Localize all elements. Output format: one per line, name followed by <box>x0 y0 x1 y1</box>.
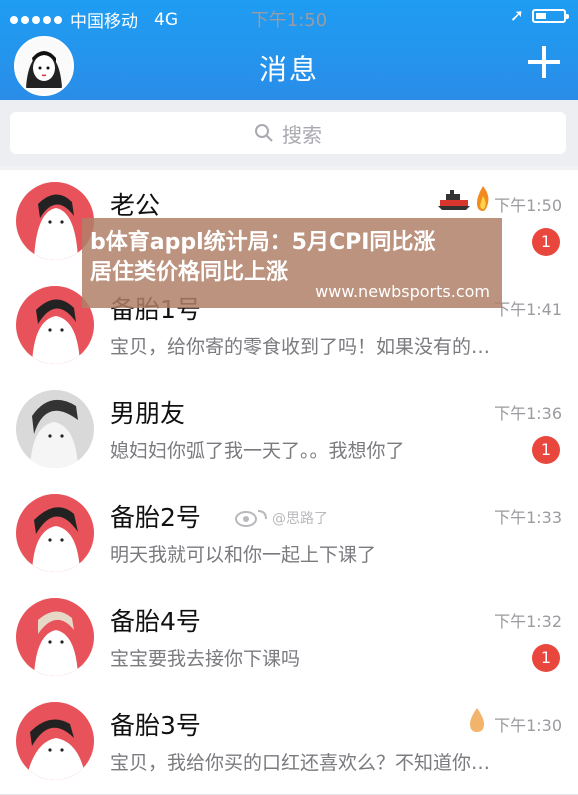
status-bar: 中国移动 4G 下午1:50 ➚ <box>0 0 578 34</box>
avatar <box>16 598 94 676</box>
search-icon <box>255 124 273 142</box>
avatar <box>16 702 94 780</box>
search-bar: 搜索 <box>0 100 578 166</box>
contact-name: 备胎3号 <box>110 711 201 740</box>
overlay-line-2: 居住类价格同比上涨 <box>90 260 289 285</box>
location-arrow-icon: ➚ <box>509 6 524 26</box>
ship-icon <box>438 190 470 210</box>
message-time: 下午1:36 <box>494 404 562 423</box>
conversation-row[interactable]: 备胎4号 宝宝要我去接你下课吗 下午1:32 1 <box>0 586 578 691</box>
conversation-row[interactable]: 男朋友 媳妇妇你弧了我一天了。。我想你了 下午1:36 1 <box>0 378 578 483</box>
watermark-text: @思路了 <box>272 511 328 527</box>
message-time: 下午1:33 <box>494 508 562 527</box>
unread-badge: 1 <box>532 644 560 672</box>
avatar <box>16 390 94 468</box>
contact-name: 老公 <box>110 191 161 220</box>
unread-badge: 1 <box>532 228 560 256</box>
contact-name: 备胎4号 <box>110 607 201 636</box>
overlay-url: www.newbsports.com <box>315 282 490 301</box>
last-message: 明天我就可以和你一起上下课了 <box>110 544 377 566</box>
message-time: 下午1:32 <box>494 612 562 631</box>
last-message: 媳妇妇你弧了我一天了。。我想你了 <box>110 440 405 462</box>
weibo-icon <box>235 510 267 527</box>
contact-name: 男朋友 <box>110 399 186 428</box>
message-time: 下午1:50 <box>494 196 562 215</box>
avatar <box>16 494 94 572</box>
last-message: 宝宝要我去接你下课吗 <box>110 648 301 670</box>
plus-icon <box>528 46 560 78</box>
message-time: 下午1:30 <box>494 716 562 735</box>
conversation-row[interactable]: 备胎3号 宝贝，我给你买的口红还喜欢么？不知道你… 下午1:30 <box>0 690 578 795</box>
last-message: 宝贝，给你寄的零食收到了吗！如果没有的… <box>110 336 491 358</box>
message-time: 下午1:41 <box>494 300 562 319</box>
page-title: 消息 <box>258 53 319 86</box>
contact-name: 备胎2号 <box>110 503 201 532</box>
watermark: @思路了 <box>234 508 328 528</box>
search-placeholder: 搜索 <box>282 122 322 147</box>
overlay-line-1: b体育appl统计局：5月CPI同比涨 <box>90 230 436 255</box>
conversation-row[interactable]: 备胎2号 明天我就可以和你一起上下课了 下午1:33 <box>0 482 578 587</box>
nav-bar: 消息 <box>0 34 578 100</box>
last-message: 宝贝，我给你买的口红还喜欢么？不知道你… <box>110 752 491 774</box>
unread-badge: 1 <box>532 436 560 464</box>
status-time: 下午1:50 <box>250 10 328 31</box>
app-header: 中国移动 4G 下午1:50 ➚ 消息 <box>0 0 578 100</box>
search-input[interactable]: 搜索 <box>10 112 566 154</box>
flame-icon <box>477 186 489 211</box>
drop-icon <box>470 708 484 732</box>
news-overlay: b体育appl统计局：5月CPI同比涨 居住类价格同比上涨 www.newbsp… <box>82 218 502 308</box>
battery-icon <box>532 9 569 23</box>
add-button[interactable] <box>526 44 562 80</box>
